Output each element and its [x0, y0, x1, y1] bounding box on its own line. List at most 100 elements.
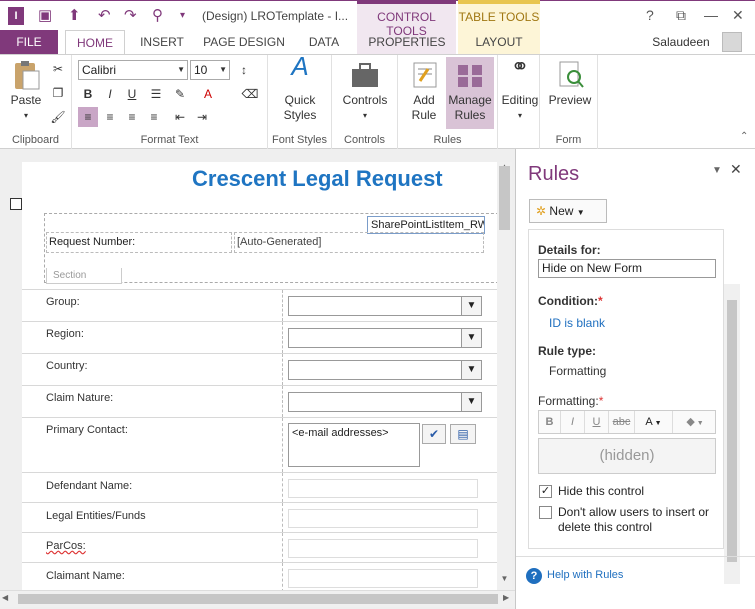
format-shading-icon[interactable]: ◆ ▼: [673, 411, 717, 433]
align-left-icon[interactable]: ≡: [78, 107, 98, 127]
country-dropdown[interactable]: ▼: [288, 360, 482, 380]
add-rule-button[interactable]: Add Rule: [402, 59, 446, 123]
decrease-indent-icon[interactable]: ⇤: [170, 107, 190, 127]
infopath-logo-icon[interactable]: I: [8, 7, 24, 25]
preview-icon[interactable]: ⚲: [152, 7, 163, 25]
hide-control-label: Hide this control: [558, 484, 645, 498]
parcos-field[interactable]: [288, 539, 478, 558]
address-book-icon[interactable]: ▤: [450, 424, 476, 444]
undo-icon[interactable]: ↶: [98, 7, 111, 25]
font-color-icon[interactable]: A: [198, 84, 218, 104]
close-pane-icon[interactable]: ✕: [730, 161, 742, 178]
avatar[interactable]: [722, 32, 742, 52]
cut-icon[interactable]: ✂: [48, 59, 68, 79]
condition-link[interactable]: ID is blank: [549, 316, 605, 330]
column-divider: [282, 322, 283, 353]
qat-customize-icon[interactable]: ▾: [180, 7, 185, 25]
tab-properties[interactable]: PROPERTIES: [360, 30, 454, 54]
font-name-combo[interactable]: Calibri ▼: [78, 60, 188, 80]
tab-file[interactable]: FILE: [0, 30, 58, 54]
region-dropdown[interactable]: ▼: [288, 328, 482, 348]
section-tab-label[interactable]: Section: [46, 268, 122, 284]
justify-icon[interactable]: ≡: [144, 107, 164, 127]
format-strikethrough-button[interactable]: abc: [609, 411, 635, 433]
preview-button[interactable]: Preview: [544, 59, 596, 108]
claim-nature-dropdown[interactable]: ▼: [288, 392, 482, 412]
new-rule-button[interactable]: ✲ New ▼: [529, 199, 607, 223]
save-icon[interactable]: ▣: [38, 7, 52, 25]
scroll-right-icon[interactable]: ▶: [503, 593, 509, 602]
format-font-color-icon[interactable]: A ▼: [635, 411, 673, 433]
condition-label: Condition:*: [538, 294, 603, 308]
tab-page-design[interactable]: PAGE DESIGN: [196, 30, 292, 54]
column-divider: [282, 563, 283, 590]
italic-icon[interactable]: I: [100, 84, 120, 104]
format-italic-button[interactable]: I: [561, 411, 585, 433]
check-names-icon[interactable]: ✔: [422, 424, 446, 444]
preview-form-icon: [554, 59, 586, 91]
copy-icon[interactable]: ❐: [48, 83, 68, 103]
help-with-rules-link[interactable]: Help with Rules: [547, 569, 623, 581]
help-button[interactable]: ?: [646, 7, 654, 23]
paste-button[interactable]: Paste ▾: [6, 59, 46, 123]
chevron-down-icon: ▼: [461, 393, 481, 411]
format-underline-button[interactable]: U: [585, 411, 609, 433]
dont-allow-insert-delete-checkbox[interactable]: [539, 506, 552, 519]
restore-ribbon-button[interactable]: ⧉: [676, 7, 686, 24]
controls-label: Controls: [342, 93, 388, 107]
align-center-icon[interactable]: ≡: [100, 107, 120, 127]
editing-label: Editing: [501, 93, 539, 107]
scrollbar-thumb[interactable]: [18, 594, 498, 604]
scrollbar-thumb[interactable]: [499, 166, 510, 230]
controls-button[interactable]: Controls ▾: [338, 59, 392, 123]
line-spacing-icon[interactable]: ↕: [234, 60, 254, 80]
format-bold-button[interactable]: B: [539, 411, 561, 433]
paste-icon: [10, 59, 42, 91]
vertical-scrollbar[interactable]: ▲ ▼: [497, 162, 512, 590]
scroll-left-icon[interactable]: ◀: [2, 593, 8, 602]
editing-button[interactable]: ⚭ Editing ▾: [500, 56, 540, 123]
claimant-name-field[interactable]: [288, 569, 478, 588]
user-name[interactable]: Salaudeen: [646, 30, 716, 54]
defendant-name-field[interactable]: [288, 479, 478, 498]
manage-rules-button[interactable]: Manage Rules: [446, 57, 494, 129]
bullets-icon[interactable]: ☰: [146, 84, 166, 104]
details-for-label: Details for:: [538, 243, 601, 257]
pane-scrollbar[interactable]: [724, 284, 740, 584]
highlight-icon[interactable]: ✎: [170, 84, 190, 104]
tab-home[interactable]: HOME: [65, 30, 125, 55]
table-select-handle[interactable]: [10, 198, 22, 210]
collapse-ribbon-icon[interactable]: ⌃: [740, 131, 748, 142]
formatting-preview: (hidden): [538, 438, 716, 474]
request-number-value: [Auto-Generated]: [234, 232, 484, 253]
underline-icon[interactable]: U: [122, 84, 142, 104]
legal-entities-field[interactable]: [288, 509, 478, 528]
scroll-down-icon[interactable]: ▼: [497, 574, 512, 588]
minimize-button[interactable]: —: [704, 7, 718, 23]
rule-type-value: Formatting: [549, 364, 607, 378]
group-dropdown[interactable]: ▼: [288, 296, 482, 316]
horizontal-scrollbar[interactable]: ◀ ▶: [0, 590, 515, 607]
pane-options-icon[interactable]: ▼: [712, 165, 722, 176]
scrollbar-thumb[interactable]: [727, 300, 737, 562]
add-rule-label-1: Add: [413, 93, 435, 107]
primary-contact-picker[interactable]: <e-mail addresses>: [288, 423, 420, 467]
defendant-name-label: Defendant Name:: [46, 480, 133, 492]
clear-formatting-icon[interactable]: ⌫: [240, 84, 260, 104]
rule-name-input[interactable]: Hide on New Form: [538, 259, 716, 278]
publish-icon[interactable]: ⬆: [68, 7, 81, 25]
align-right-icon[interactable]: ≡: [122, 107, 142, 127]
redo-icon[interactable]: ↷: [124, 7, 137, 25]
format-painter-icon[interactable]: 🖌: [48, 107, 68, 127]
quick-styles-button[interactable]: A Quick Styles: [274, 53, 326, 123]
tab-insert[interactable]: INSERT: [132, 30, 192, 54]
bold-icon[interactable]: B: [78, 84, 98, 104]
increase-indent-icon[interactable]: ⇥: [192, 107, 212, 127]
help-icon[interactable]: ?: [526, 568, 542, 584]
hide-control-checkbox[interactable]: ✓: [539, 485, 552, 498]
close-button[interactable]: ✕: [732, 7, 744, 24]
column-divider: [282, 503, 283, 532]
font-size-combo[interactable]: 10 ▼: [190, 60, 230, 80]
tab-layout[interactable]: LAYOUT: [460, 30, 538, 54]
rules-pane: Rules ▼ ✕ ✲ New ▼ Details for: Hide on N…: [515, 149, 755, 609]
